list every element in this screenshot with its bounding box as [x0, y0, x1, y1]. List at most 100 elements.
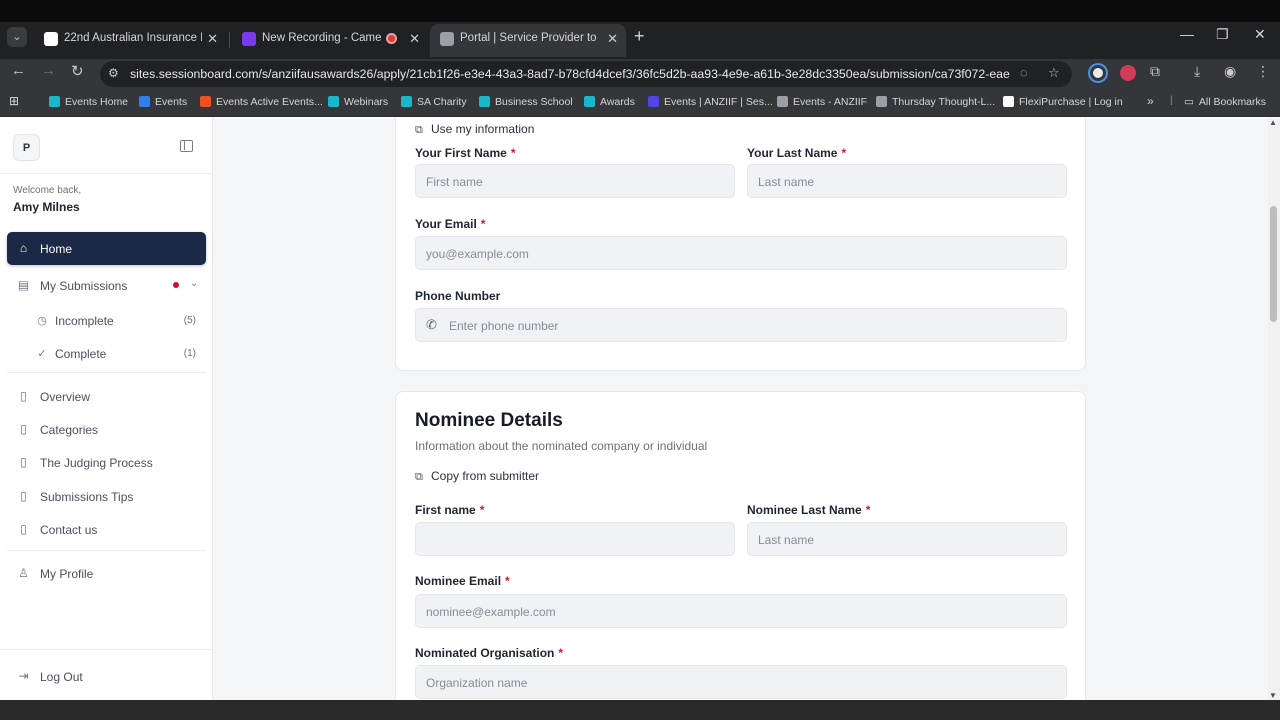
bookmark-label: Thursday Thought-L...	[892, 96, 996, 108]
bookmark-favicon-icon	[876, 96, 887, 107]
bookmark-favicon-icon	[139, 96, 150, 107]
nominated-organisation-placeholder: Organization name	[426, 676, 528, 690]
minimize-icon[interactable]: —	[1180, 26, 1194, 42]
sidebar-item-submission-tips[interactable]: ▯ Submissions Tips	[7, 480, 206, 513]
last-name-field[interactable]: Last name	[747, 164, 1067, 198]
nominated-organisation-field[interactable]: Organization name	[415, 665, 1067, 699]
bookmark-favicon-icon	[584, 96, 595, 107]
sidebar-collapse-icon[interactable]	[180, 140, 193, 152]
restore-icon[interactable]: ❐	[1216, 26, 1229, 43]
section-title: Nominee Details	[415, 410, 563, 431]
bookmark-favicon-icon	[1003, 96, 1014, 107]
more-bookmarks-chevron-icon[interactable]: »	[1147, 94, 1154, 108]
nominee-first-name-field[interactable]	[415, 522, 735, 556]
sidebar-item-my-profile[interactable]: ♙ My Profile	[7, 557, 206, 590]
first-name-label: Your First Name *	[415, 146, 515, 160]
page-scrollbar[interactable]: ▲ ▼	[1268, 118, 1280, 700]
nominated-organisation-label-text: Nominated Organisation	[415, 646, 555, 660]
scroll-down-arrow-icon[interactable]: ▼	[1269, 691, 1277, 700]
bookmark-business-school[interactable]: Business School	[479, 96, 573, 108]
chevron-down-icon[interactable]: ⌄	[190, 278, 198, 289]
sidebar-item-categories[interactable]: ▯ Categories	[7, 413, 206, 446]
copy-from-submitter-button[interactable]: ⧉ Copy from submitter	[415, 469, 539, 484]
new-tab-plus-icon[interactable]: +	[634, 26, 645, 47]
nominee-last-name-field[interactable]: Last name	[747, 522, 1067, 556]
bookmark-webinars[interactable]: Webinars	[328, 96, 388, 108]
tab-label: 22nd Australian Insurance Indu	[64, 32, 202, 44]
section-subtitle: Information about the nominated company …	[415, 439, 708, 453]
extensions-puzzle-icon[interactable]: ⧉	[1150, 63, 1160, 80]
sidebar-item-overview[interactable]: ▯ Overview	[7, 380, 206, 413]
bookmark-star-icon[interactable]: ☆	[1048, 65, 1060, 81]
sidebar-item-label: Log Out	[40, 670, 83, 684]
browser-tab-bar: ⌄ 22nd Australian Insurance Indu ✕ New R…	[0, 22, 1280, 59]
bookmark-thursday-thought[interactable]: Thursday Thought-L...	[876, 96, 995, 108]
nominee-email-field[interactable]: nominee@example.com	[415, 594, 1067, 628]
browser-tab-insurance[interactable]: 22nd Australian Insurance Indu ✕	[34, 24, 226, 57]
nominee-last-name-placeholder: Last name	[758, 533, 815, 547]
extension-red-icon[interactable]	[1120, 65, 1136, 81]
sidebar-item-label: My Profile	[40, 567, 94, 581]
browser-menu-icon[interactable]: ⋮	[1256, 63, 1270, 80]
last-name-placeholder: Last name	[758, 175, 815, 189]
password-manager-icon[interactable]	[1090, 65, 1106, 81]
bookmark-awards[interactable]: Awards	[584, 96, 635, 108]
sidebar-item-my-submissions[interactable]: ▤ My Submissions ⌄	[7, 269, 206, 302]
bookmark-sa-charity[interactable]: SA Charity	[401, 96, 467, 108]
bookmark-events-active[interactable]: Events Active Events...	[200, 96, 323, 108]
sidebar-item-incomplete[interactable]: ◷ Incomplete (5)	[34, 307, 206, 335]
apps-grid-icon[interactable]: ⊞	[9, 94, 19, 108]
scroll-up-arrow-icon[interactable]: ▲	[1269, 118, 1277, 127]
address-bar[interactable]: ⚙ sites.sessionboard.com/s/anziifausawar…	[100, 61, 1072, 87]
email-label: Your Email *	[415, 217, 485, 231]
bookmarks-divider: |	[1170, 94, 1173, 106]
tab-label: Portal | Service Provider to the	[460, 32, 596, 44]
tab-close-icon[interactable]: ✕	[207, 24, 218, 53]
tab-search-chevron-icon[interactable]: ⌄	[7, 27, 27, 47]
back-arrow-icon[interactable]: ←	[11, 62, 26, 79]
bookmark-events-home[interactable]: Events Home	[49, 96, 128, 108]
incomplete-count: (5)	[183, 315, 196, 326]
reload-icon[interactable]: ↻	[71, 62, 84, 80]
sidebar-item-complete[interactable]: ✓ Complete (1)	[34, 340, 206, 368]
download-icon[interactable]: ⤓	[1194, 63, 1200, 80]
browser-tab-portal[interactable]: Portal | Service Provider to the ✕	[430, 24, 626, 57]
forward-arrow-icon[interactable]: →	[41, 62, 56, 79]
scrollbar-thumb[interactable]	[1270, 206, 1277, 322]
url-text[interactable]: sites.sessionboard.com/s/anziifausawards…	[130, 67, 1010, 81]
browser-tab-recording[interactable]: New Recording - Camera ✕	[232, 24, 428, 57]
bookmark-label: Awards	[600, 96, 635, 108]
sidebar-item-judging-process[interactable]: ▯ The Judging Process	[7, 446, 206, 479]
bookmark-flexipurchase[interactable]: FlexiPurchase | Log in	[1003, 96, 1123, 108]
sidebar-item-contact-us[interactable]: ▯ Contact us	[7, 513, 206, 546]
recording-indicator-icon	[386, 33, 397, 44]
book-icon: ▯	[20, 422, 27, 436]
site-info-icon[interactable]: ⚙	[108, 66, 119, 80]
eye-slash-icon[interactable]: ◌	[1020, 65, 1028, 80]
nominee-email-label: Nominee Email *	[415, 574, 510, 588]
sidebar-item-home[interactable]: ⌂ Home	[7, 232, 206, 265]
bookmark-events-anziif-ses[interactable]: Events | ANZIIF | Ses...	[648, 96, 773, 108]
sidebar-item-log-out[interactable]: ⇥ Log Out	[7, 660, 206, 693]
first-name-field[interactable]: First name	[415, 164, 735, 198]
copy-from-submitter-label: Copy from submitter	[431, 469, 540, 483]
sidebar-divider	[7, 550, 206, 551]
tab-close-icon[interactable]: ✕	[409, 24, 420, 53]
sidebar-divider	[0, 173, 213, 174]
tab-close-icon[interactable]: ✕	[607, 24, 618, 53]
bookmark-favicon-icon	[328, 96, 339, 107]
bookmark-events[interactable]: Events	[139, 96, 187, 108]
phone-number-label: Phone Number	[415, 289, 501, 303]
workspace-avatar[interactable]: P	[13, 134, 40, 161]
phone-number-field[interactable]: ✆ Enter phone number	[415, 308, 1067, 342]
bookmark-label: Events - ANZIIF	[793, 96, 868, 108]
all-bookmarks-button[interactable]: ▭ All Bookmarks	[1184, 96, 1266, 108]
close-window-icon[interactable]: ✕	[1254, 26, 1266, 43]
profile-icon[interactable]: ◉	[1224, 63, 1236, 80]
use-my-information-button[interactable]: ⧉ Use my information	[415, 122, 534, 137]
check-circle-icon: ✓	[37, 348, 47, 360]
email-field[interactable]: you@example.com	[415, 236, 1067, 270]
tab-label: New Recording - Camera	[262, 32, 382, 44]
nominee-last-name-label: Nominee Last Name *	[747, 503, 870, 517]
bookmark-events-anziif[interactable]: Events - ANZIIF	[777, 96, 867, 108]
